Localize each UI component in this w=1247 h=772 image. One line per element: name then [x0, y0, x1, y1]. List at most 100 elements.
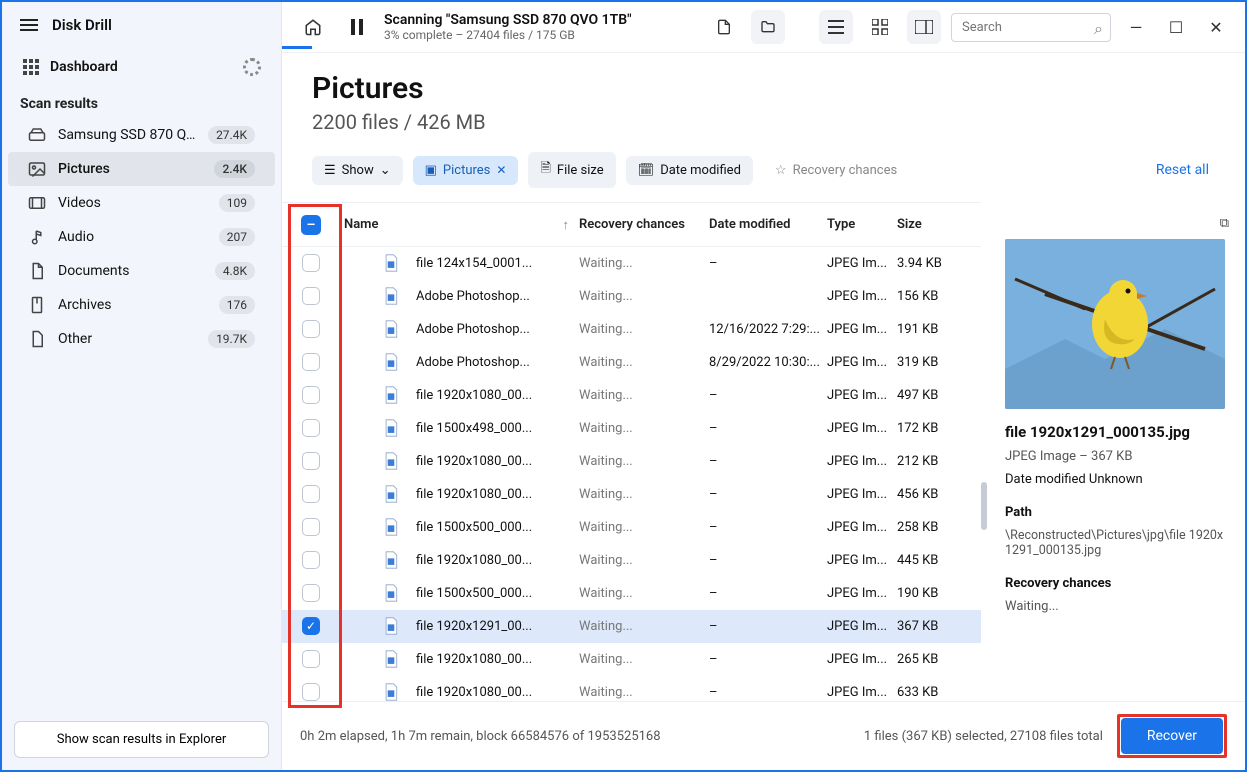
row-checkbox[interactable]	[302, 320, 320, 338]
file-name: file 1920x1080_00...	[416, 652, 579, 667]
cell-type: JPEG Im...	[827, 355, 897, 370]
hdd-icon	[28, 126, 46, 144]
header-name[interactable]: Name	[344, 217, 378, 232]
cell-recovery-chances: Waiting...	[579, 388, 709, 403]
maximize-button[interactable]: ☐	[1161, 12, 1191, 42]
header-date-modified[interactable]: Date modified	[709, 217, 827, 232]
row-checkbox[interactable]	[302, 683, 320, 701]
table-row[interactable]: file 1500x498_000...Waiting...–JPEG Im..…	[282, 412, 981, 445]
table-row[interactable]: file 1920x1080_00...Waiting...–JPEG Im..…	[282, 478, 981, 511]
cell-size: 633 KB	[897, 685, 981, 700]
file-icon	[382, 584, 400, 602]
close-button[interactable]: ✕	[1201, 12, 1231, 42]
sidebar-item-other[interactable]: Other19.7K	[8, 322, 275, 356]
row-checkbox[interactable]	[302, 485, 320, 503]
row-checkbox[interactable]	[302, 419, 320, 437]
cell-type: JPEG Im...	[827, 322, 897, 337]
table-row[interactable]: file 1500x500_000...Waiting...–JPEG Im..…	[282, 577, 981, 610]
table-row[interactable]: ✓file 1920x1291_00...Waiting...–JPEG Im.…	[282, 610, 981, 643]
menu-icon[interactable]	[20, 16, 38, 34]
select-all-checkbox[interactable]: –	[301, 215, 321, 235]
minimize-button[interactable]: —	[1121, 12, 1151, 42]
table-row[interactable]: file 1920x1080_00...Waiting...–JPEG Im..…	[282, 379, 981, 412]
table-row[interactable]: file 1920x1080_00...Waiting...–JPEG Im..…	[282, 544, 981, 577]
show-dropdown[interactable]: ☰ Show ⌄	[312, 156, 403, 185]
file-name: file 1920x1080_00...	[416, 685, 579, 700]
row-checkbox[interactable]	[302, 353, 320, 371]
header-type[interactable]: Type	[827, 217, 897, 232]
cell-date-modified: 12/16/2022 7:29:...	[709, 322, 827, 337]
sort-arrow-icon[interactable]: ↑	[563, 217, 570, 233]
preview-meta: JPEG Image – 367 KB	[1005, 449, 1229, 464]
scan-title: Scanning "Samsung SSD 870 QVO 1TB"	[384, 12, 697, 28]
sidebar-item-label: Samsung SSD 870 QV...	[58, 127, 196, 143]
sidebar-dashboard[interactable]: Dashboard	[2, 48, 281, 86]
sidebar-item-pictures[interactable]: Pictures2.4K	[8, 152, 275, 186]
row-checkbox[interactable]	[302, 551, 320, 569]
row-checkbox[interactable]	[302, 650, 320, 668]
file-name: file 1920x1080_00...	[416, 487, 579, 502]
row-checkbox[interactable]	[302, 254, 320, 272]
table-row[interactable]: file 1500x500_000...Waiting...–JPEG Im..…	[282, 511, 981, 544]
sidebar-item-label: Other	[58, 331, 196, 347]
table-row[interactable]: Adobe Photoshop...Waiting...JPEG Im...15…	[282, 280, 981, 313]
archive-icon	[28, 296, 46, 314]
table-row[interactable]: Adobe Photoshop...Waiting...12/16/2022 7…	[282, 313, 981, 346]
cell-type: JPEG Im...	[827, 520, 897, 535]
table-row[interactable]: file 124x154_0001...Waiting...–JPEG Im..…	[282, 247, 981, 280]
sidebar-item-samsung-ssd-qv-[interactable]: Samsung SSD 870 QV... 27.4K	[8, 118, 275, 152]
home-button[interactable]	[296, 10, 330, 44]
pause-button[interactable]	[340, 10, 374, 44]
list-view-icon[interactable]	[819, 10, 853, 44]
recover-button[interactable]: Recover	[1121, 718, 1223, 754]
row-checkbox[interactable]: ✓	[302, 617, 320, 635]
sidebar-item-label: Archives	[58, 297, 207, 313]
table-row[interactable]: Adobe Photoshop...Waiting...8/29/2022 10…	[282, 346, 981, 379]
popout-icon[interactable]: ⧉	[1005, 216, 1229, 231]
filter-filesize-chip[interactable]: 🗎 File size	[528, 152, 615, 188]
table-row[interactable]: file 1920x1080_00...Waiting...–JPEG Im..…	[282, 445, 981, 478]
row-checkbox[interactable]	[302, 518, 320, 536]
filter-datemod-chip[interactable]: 🗓 Date modified	[626, 156, 753, 185]
file-name: Adobe Photoshop...	[416, 355, 579, 370]
close-icon[interactable]: ✕	[496, 163, 506, 177]
cell-date-modified: –	[709, 619, 827, 634]
sidebar-item-audio[interactable]: Audio207	[8, 220, 275, 254]
cell-size: 319 KB	[897, 355, 981, 370]
star-icon: ☆	[775, 163, 787, 178]
search-field[interactable]: ⌕	[951, 13, 1111, 42]
sidebar-item-videos[interactable]: Videos109	[8, 186, 275, 220]
file-icon[interactable]	[707, 10, 741, 44]
row-checkbox[interactable]	[302, 452, 320, 470]
sidebar-item-archives[interactable]: Archives 176	[8, 288, 275, 322]
file-icon	[382, 353, 400, 371]
cell-size: 497 KB	[897, 388, 981, 403]
file-icon	[382, 683, 400, 701]
panel-view-icon[interactable]	[907, 10, 941, 44]
file-name: file 1500x500_000...	[416, 586, 579, 601]
sidebar-item-count: 176	[219, 296, 255, 314]
file-name: file 1500x500_000...	[416, 520, 579, 535]
file-icon	[382, 419, 400, 437]
table-row[interactable]: file 1920x1080_00...Waiting...–JPEG Im..…	[282, 676, 981, 701]
preview-path: \Reconstructed\Pictures\jpg\file 1920x12…	[1005, 528, 1229, 558]
filter-pictures-chip[interactable]: ▣ Pictures ✕	[413, 156, 519, 185]
show-in-explorer-button[interactable]: Show scan results in Explorer	[14, 721, 269, 758]
cell-size: 3.94 KB	[897, 256, 981, 271]
row-checkbox[interactable]	[302, 584, 320, 602]
sidebar-item-documents[interactable]: Documents4.8K	[8, 254, 275, 288]
cell-size: 456 KB	[897, 487, 981, 502]
row-checkbox[interactable]	[302, 386, 320, 404]
grid-view-icon[interactable]	[863, 10, 897, 44]
table-row[interactable]: file 1920x1080_00...Waiting...–JPEG Im..…	[282, 643, 981, 676]
header-recovery-chances[interactable]: Recovery chances	[579, 217, 709, 232]
sidebar-item-count: 27.4K	[208, 126, 255, 144]
filter-recchance-chip[interactable]: ☆ Recovery chances	[763, 156, 909, 185]
header-size[interactable]: Size	[897, 217, 981, 232]
row-checkbox[interactable]	[302, 287, 320, 305]
cell-recovery-chances: Waiting...	[579, 289, 709, 304]
cell-type: JPEG Im...	[827, 487, 897, 502]
folder-icon[interactable]	[751, 10, 785, 44]
reset-all-link[interactable]: Reset all	[1156, 162, 1215, 178]
search-input[interactable]	[951, 13, 1111, 42]
